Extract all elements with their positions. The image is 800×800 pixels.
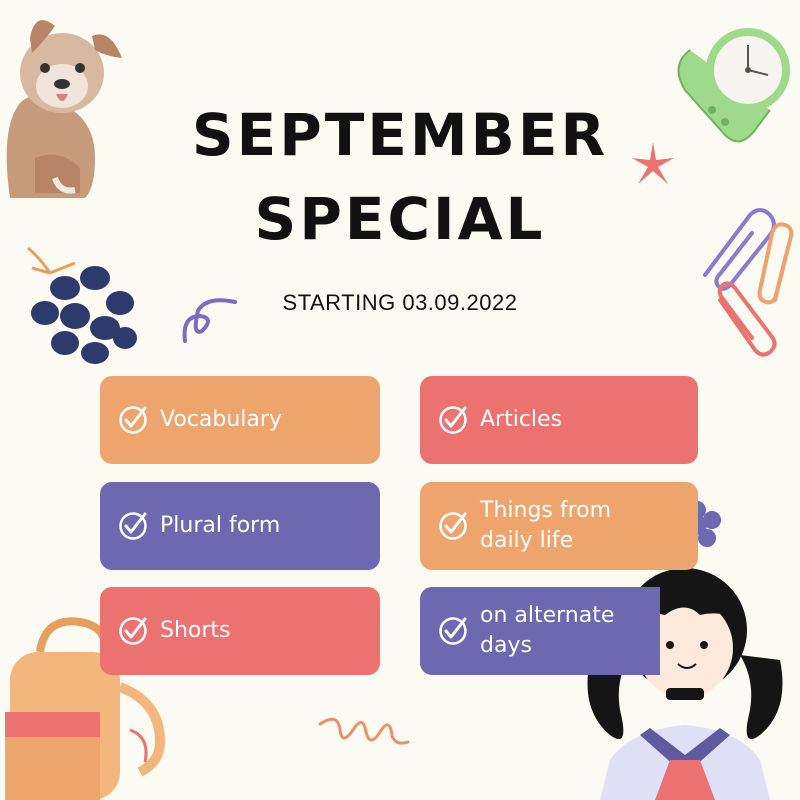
check-circle-icon	[119, 406, 147, 434]
check-circle-icon	[439, 406, 467, 434]
card-plural-form: Plural form	[100, 482, 380, 570]
subtitle-date: STARTING 03.09.2022	[282, 290, 518, 315]
card-label: Plural form	[160, 513, 281, 538]
card-label: on alternate days	[480, 601, 614, 661]
card-things-daily-life: Things from daily life	[420, 482, 698, 570]
check-circle-icon	[119, 617, 147, 645]
card-label-line-2: days	[480, 633, 532, 658]
card-label: Things from daily life	[480, 496, 611, 556]
title-line-2: SPECIAL	[254, 185, 546, 253]
title-line-1: SEPTEMBER	[191, 101, 609, 169]
card-label-line-2: daily life	[480, 528, 574, 553]
card-articles: Articles	[420, 376, 698, 464]
check-circle-icon	[119, 512, 147, 540]
card-label-line-1: Things from	[480, 498, 612, 523]
card-vocabulary: Vocabulary	[100, 376, 380, 464]
dog-illustration	[6, 20, 122, 198]
card-alternate-days: on alternate days	[420, 587, 660, 675]
card-label: Vocabulary	[160, 407, 282, 432]
card-label: Articles	[480, 407, 563, 432]
card-label-line-1: on alternate	[480, 603, 615, 628]
card-label: Shorts	[160, 618, 231, 643]
card-shorts: Shorts	[100, 587, 380, 675]
check-circle-icon	[439, 617, 467, 645]
check-circle-icon	[439, 512, 467, 540]
squiggle-icon	[318, 717, 410, 745]
